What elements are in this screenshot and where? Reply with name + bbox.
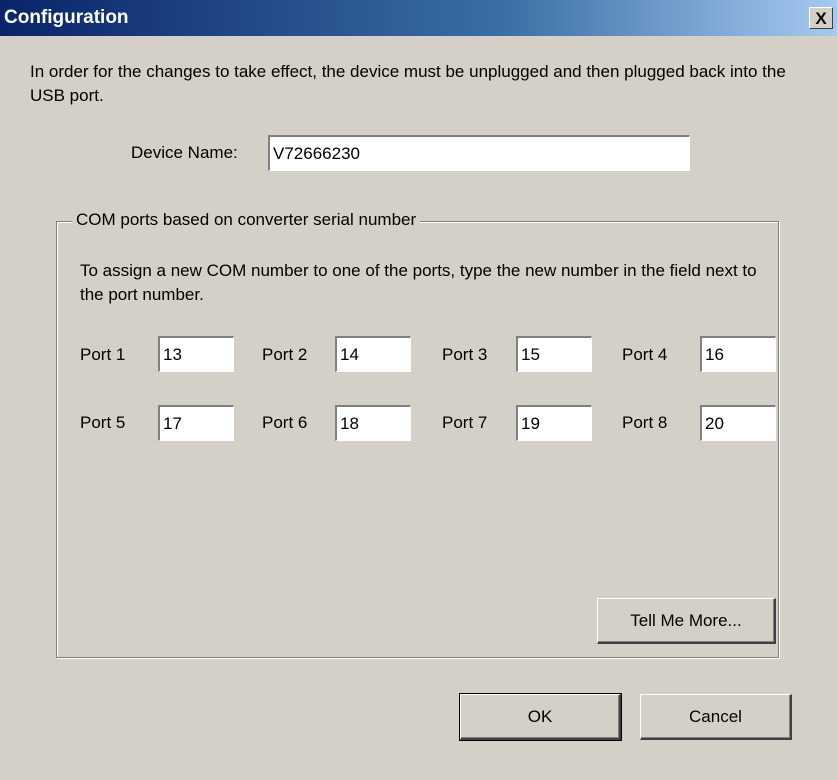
window-title: Configuration — [4, 7, 129, 28]
close-icon: X — [815, 8, 827, 28]
port-8-label: Port 8 — [622, 413, 668, 432]
ok-button[interactable]: OK — [459, 693, 622, 741]
device-name-input[interactable] — [268, 135, 690, 171]
device-name-label: Device Name: — [131, 143, 238, 162]
port-1-label: Port 1 — [80, 345, 126, 364]
port-8-input[interactable] — [700, 405, 776, 441]
port-4-label: Port 4 — [622, 345, 668, 364]
port-7-label: Port 7 — [442, 413, 488, 432]
com-ports-group-legend: COM ports based on converter serial numb… — [72, 210, 421, 230]
port-3-input[interactable] — [516, 336, 592, 372]
cancel-button[interactable]: Cancel — [640, 694, 792, 740]
close-button[interactable]: X — [809, 7, 833, 29]
port-1-input[interactable] — [158, 336, 234, 372]
port-4-input[interactable] — [700, 336, 776, 372]
com-ports-description: To assign a new COM number to one of the… — [80, 261, 757, 304]
port-2-input[interactable] — [335, 336, 411, 372]
port-3-label: Port 3 — [442, 345, 488, 364]
port-5-label: Port 5 — [80, 413, 126, 432]
info-text: In order for the changes to take effect,… — [30, 62, 786, 105]
port-6-input[interactable] — [335, 405, 411, 441]
tell-me-more-button[interactable]: Tell Me More... — [597, 598, 776, 644]
port-7-input[interactable] — [516, 405, 592, 441]
port-6-label: Port 6 — [262, 413, 308, 432]
port-2-label: Port 2 — [262, 345, 308, 364]
port-5-input[interactable] — [158, 405, 234, 441]
title-bar: Configuration X — [0, 0, 837, 36]
